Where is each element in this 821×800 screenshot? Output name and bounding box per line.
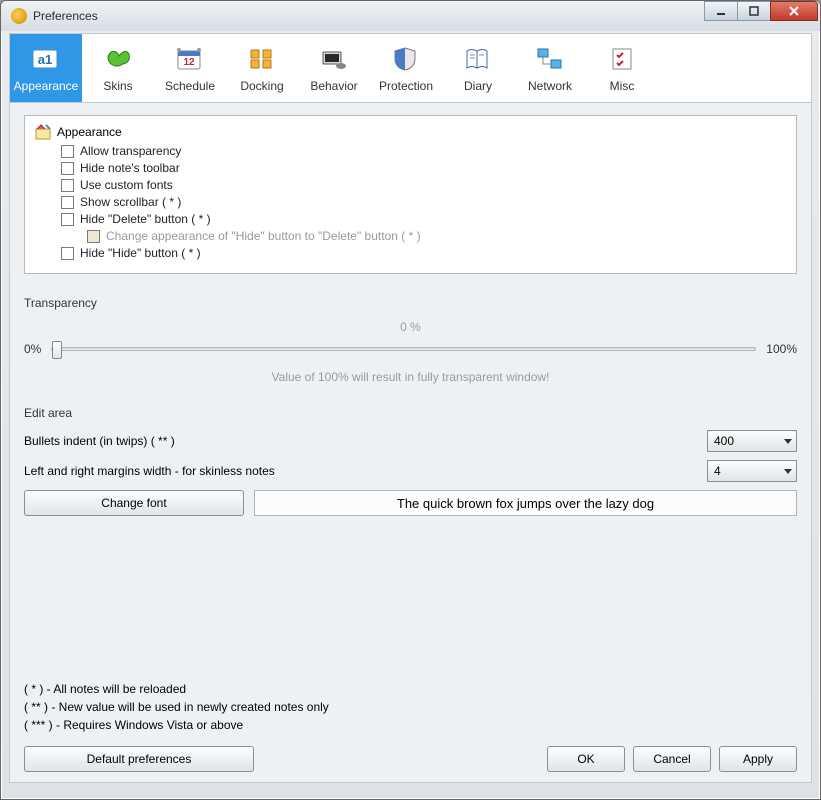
tab-misc[interactable]: Misc — [586, 34, 658, 102]
checkbox-icon — [87, 230, 100, 243]
protection-icon — [390, 43, 422, 75]
default-preferences-button[interactable]: Default preferences — [24, 746, 254, 772]
apply-button[interactable]: Apply — [719, 746, 797, 772]
change-font-button[interactable]: Change font — [24, 490, 244, 516]
margins-select[interactable]: 4 — [707, 460, 797, 482]
skins-icon — [102, 43, 134, 75]
tab-label: Docking — [240, 79, 283, 93]
transparency-title: Transparency — [24, 296, 797, 310]
option-hide-hide[interactable]: Hide "Hide" button ( * ) — [61, 246, 786, 260]
close-button[interactable] — [770, 1, 818, 21]
minimize-button[interactable] — [704, 1, 738, 21]
transparency-group: Transparency 0 % 0% 100% Value of 100% w… — [24, 296, 797, 384]
tabstrip: a1 Appearance Skins 12 Schedule Docking … — [9, 33, 812, 103]
tab-network[interactable]: Network — [514, 34, 586, 102]
tab-skins[interactable]: Skins — [82, 34, 154, 102]
docking-icon — [246, 43, 278, 75]
tab-appearance[interactable]: a1 Appearance — [10, 34, 82, 102]
cancel-button[interactable]: Cancel — [633, 746, 711, 772]
app-icon — [11, 8, 27, 24]
option-show-scrollbar[interactable]: Show scrollbar ( * ) — [61, 195, 786, 209]
maximize-button[interactable] — [737, 1, 771, 21]
checkbox-icon[interactable] — [61, 196, 74, 209]
network-icon — [534, 43, 566, 75]
ok-button[interactable]: OK — [547, 746, 625, 772]
preferences-window: Preferences a1 Appearance Skins 12 Sched… — [0, 0, 821, 800]
chevron-down-icon — [784, 439, 792, 444]
option-custom-fonts[interactable]: Use custom fonts — [61, 178, 786, 192]
tree-root-label: Appearance — [57, 125, 122, 139]
slider-min-label: 0% — [24, 342, 41, 356]
tab-label: Protection — [379, 79, 433, 93]
footnote-2: ( ** ) - New value will be used in newly… — [24, 700, 797, 714]
tab-docking[interactable]: Docking — [226, 34, 298, 102]
appearance-tree-icon — [35, 124, 51, 140]
transparency-hint: Value of 100% will result in fully trans… — [24, 370, 797, 384]
checkbox-icon[interactable] — [61, 213, 74, 226]
font-sample: The quick brown fox jumps over the lazy … — [254, 490, 797, 516]
titlebar[interactable]: Preferences — [1, 1, 820, 31]
transparency-value-label: 0 % — [24, 320, 797, 334]
appearance-panel: Appearance Allow transparency Hide note'… — [24, 115, 797, 274]
tab-behavior[interactable]: Behavior — [298, 34, 370, 102]
tab-label: Behavior — [310, 79, 357, 93]
slider-thumb[interactable] — [52, 341, 62, 359]
checkbox-icon[interactable] — [61, 145, 74, 158]
behavior-icon — [318, 43, 350, 75]
tab-label: Schedule — [165, 79, 215, 93]
footnotes: ( * ) - All notes will be reloaded ( ** … — [24, 678, 797, 736]
tree-root[interactable]: Appearance — [35, 124, 786, 140]
slider-max-label: 100% — [766, 342, 797, 356]
chevron-down-icon — [784, 469, 792, 474]
option-change-hide-to-delete: Change appearance of "Hide" button to "D… — [87, 229, 786, 243]
checkbox-icon[interactable] — [61, 162, 74, 175]
margins-label: Left and right margins width - for skinl… — [24, 464, 275, 478]
footnote-1: ( * ) - All notes will be reloaded — [24, 682, 797, 696]
select-value: 4 — [714, 464, 721, 478]
window-title: Preferences — [33, 9, 98, 23]
appearance-icon: a1 — [30, 43, 62, 75]
edit-area-group: Edit area Bullets indent (in twips) ( **… — [24, 406, 797, 516]
svg-text:12: 12 — [183, 57, 195, 68]
window-controls — [705, 1, 818, 21]
footnote-3: ( *** ) - Requires Windows Vista or abov… — [24, 718, 797, 732]
tab-protection[interactable]: Protection — [370, 34, 442, 102]
footer: Default preferences OK Cancel Apply — [24, 746, 797, 772]
misc-icon — [606, 43, 638, 75]
tab-label: Network — [528, 79, 572, 93]
tab-label: Diary — [464, 79, 492, 93]
content-area: Appearance Allow transparency Hide note'… — [9, 103, 812, 783]
transparency-slider[interactable] — [51, 347, 756, 351]
edit-area-title: Edit area — [24, 406, 797, 420]
bullets-indent-select[interactable]: 400 — [707, 430, 797, 452]
select-value: 400 — [714, 434, 734, 448]
svg-text:a1: a1 — [38, 52, 52, 67]
tab-label: Skins — [103, 79, 132, 93]
option-hide-delete[interactable]: Hide "Delete" button ( * ) — [61, 212, 786, 226]
tab-schedule[interactable]: 12 Schedule — [154, 34, 226, 102]
tab-label: Misc — [610, 79, 635, 93]
diary-icon — [462, 43, 494, 75]
checkbox-icon[interactable] — [61, 247, 74, 260]
tab-diary[interactable]: Diary — [442, 34, 514, 102]
schedule-icon: 12 — [174, 43, 206, 75]
option-hide-toolbar[interactable]: Hide note's toolbar — [61, 161, 786, 175]
option-allow-transparency[interactable]: Allow transparency — [61, 144, 786, 158]
tab-label: Appearance — [14, 79, 79, 93]
checkbox-icon[interactable] — [61, 179, 74, 192]
bullets-indent-label: Bullets indent (in twips) ( ** ) — [24, 434, 175, 448]
